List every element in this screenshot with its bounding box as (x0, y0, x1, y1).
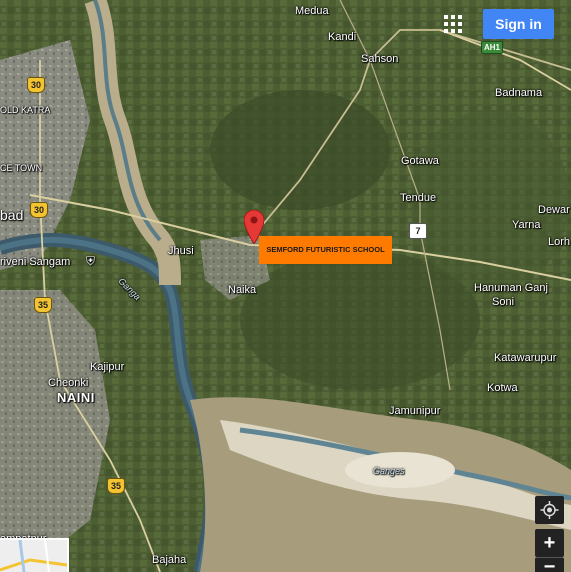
satellite-map[interactable]: Medua Kandi Sahson Badnama OLD KATRA CE … (0, 0, 571, 572)
temple-icon: ⛨ (86, 254, 96, 268)
place-label-lorh: Lorh (548, 236, 571, 248)
place-label-katawarupur: Katawarupur (494, 352, 557, 364)
place-label-allahabad: bad (0, 207, 24, 223)
place-label-medua: Medua (295, 5, 329, 17)
place-label-dewar: Dewar (538, 204, 570, 216)
place-label-civil-town: CE TOWN (0, 163, 43, 173)
place-label-jhusi: Jhusi (168, 245, 194, 257)
place-label-kajipur: Kajipur (90, 361, 125, 373)
place-label-cheonki: Cheonki (48, 377, 89, 389)
state-highway-shield-7: 7 (409, 223, 427, 239)
place-label-badnama: Badnama (495, 87, 543, 99)
zoom-in-button[interactable]: + (535, 529, 564, 557)
apps-grid-icon[interactable] (444, 15, 462, 33)
place-label-kandi: Kandi (328, 31, 357, 43)
highway-shield-30-north: 30 (27, 77, 45, 93)
map-type-thumbnail[interactable] (0, 538, 69, 572)
place-label-hanuman-ganj: Hanuman Ganj (474, 282, 548, 294)
my-location-button[interactable] (535, 496, 564, 524)
my-location-icon (540, 501, 559, 519)
roadmap-preview (0, 540, 67, 572)
place-label-soni: Soni (492, 296, 515, 308)
place-label-bajaha: Bajaha (152, 554, 187, 566)
highway-shield-35: 35 (34, 297, 52, 313)
river-label-ganges: Ganges (373, 466, 405, 476)
highway-shield-35-south: 35 (107, 478, 125, 494)
sign-in-button[interactable]: Sign in (483, 9, 554, 39)
place-label-gotawa: Gotawa (401, 155, 439, 167)
highway-shield-30: 30 (30, 202, 48, 218)
place-label-jamunipur: Jamunipur (389, 405, 441, 417)
place-label-triveni-sangam: riveni Sangam (0, 256, 71, 268)
place-label-naini: NAINI (57, 390, 95, 405)
place-label-kotwa: Kotwa (487, 382, 518, 394)
school-label-callout[interactable]: SEMFORD FUTURISTIC SCHOOL (259, 236, 392, 264)
place-label-old-katra: OLD KATRA (0, 105, 51, 115)
place-label-tendue: Tendue (400, 192, 437, 204)
zoom-out-button[interactable]: − (535, 557, 564, 572)
place-label-yarna: Yarna (512, 219, 541, 231)
asian-highway-shield-ah1: AH1 (481, 41, 503, 54)
place-label-naika: Naika (228, 284, 257, 296)
place-label-sahson: Sahson (361, 53, 399, 65)
